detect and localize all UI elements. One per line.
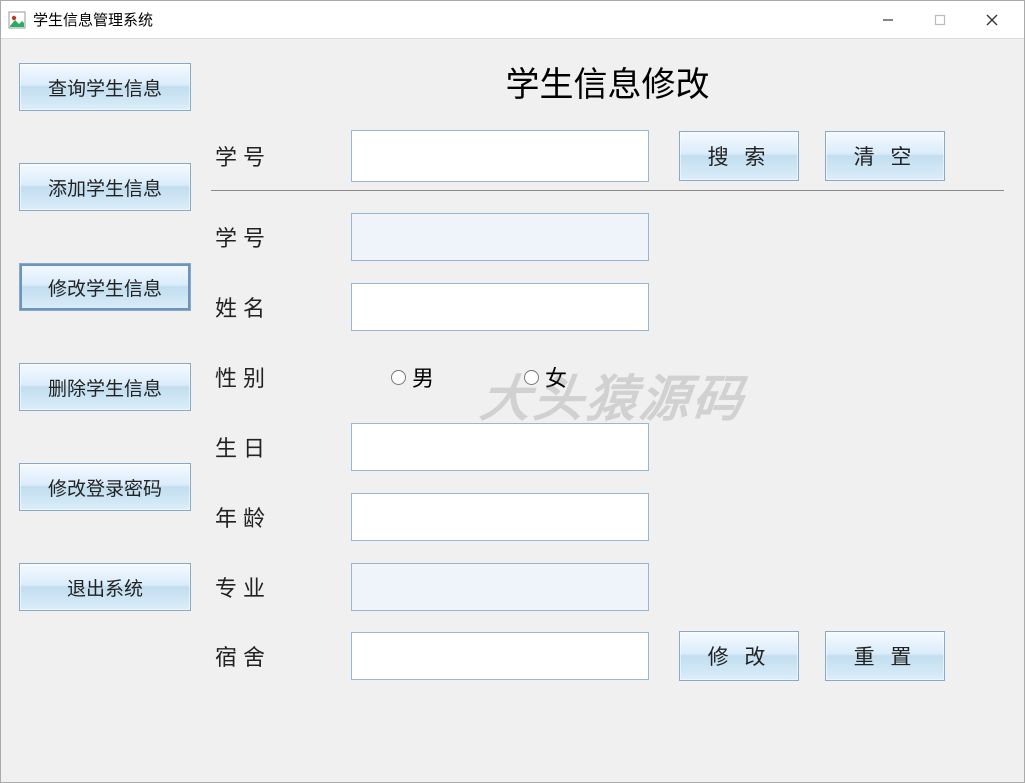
gender-female-option[interactable]: 女 bbox=[524, 361, 567, 393]
sidebar: 查询学生信息 添加学生信息 修改学生信息 删除学生信息 修改登录密码 退出系统 bbox=[1, 39, 201, 782]
app-icon bbox=[7, 10, 27, 30]
maximize-button[interactable] bbox=[914, 4, 966, 36]
clear-button[interactable]: 清 空 bbox=[825, 131, 945, 181]
age-label: 年龄 bbox=[211, 501, 351, 533]
age-input[interactable] bbox=[351, 493, 649, 541]
gender-male-radio[interactable] bbox=[391, 370, 406, 385]
separator bbox=[211, 190, 1004, 191]
search-id-input[interactable] bbox=[351, 130, 649, 182]
sidebar-item-query[interactable]: 查询学生信息 bbox=[19, 63, 191, 111]
modify-button[interactable]: 修 改 bbox=[679, 631, 799, 681]
content-area: 查询学生信息 添加学生信息 修改学生信息 删除学生信息 修改登录密码 退出系统 … bbox=[1, 39, 1024, 782]
gender-radio-group: 男 女 bbox=[351, 353, 567, 401]
sidebar-item-delete[interactable]: 删除学生信息 bbox=[19, 363, 191, 411]
sidebar-item-add[interactable]: 添加学生信息 bbox=[19, 163, 191, 211]
window-title: 学生信息管理系统 bbox=[33, 9, 153, 30]
gender-female-radio[interactable] bbox=[524, 370, 539, 385]
dorm-input[interactable] bbox=[351, 632, 649, 680]
dorm-label: 宿舍 bbox=[211, 640, 351, 672]
id-input[interactable] bbox=[351, 213, 649, 261]
close-button[interactable] bbox=[966, 4, 1018, 36]
major-input[interactable] bbox=[351, 563, 649, 611]
search-row: 学号 搜 索 清 空 bbox=[211, 130, 1004, 182]
gender-male-option[interactable]: 男 bbox=[391, 361, 434, 393]
name-input[interactable] bbox=[351, 283, 649, 331]
gender-male-label: 男 bbox=[412, 361, 434, 393]
birthday-label: 生日 bbox=[211, 431, 351, 463]
titlebar: 学生信息管理系统 bbox=[1, 1, 1024, 39]
gender-label: 性别 bbox=[211, 361, 351, 393]
sidebar-item-password[interactable]: 修改登录密码 bbox=[19, 463, 191, 511]
bottom-row: 宿舍 修 改 重 置 bbox=[211, 631, 1004, 681]
app-window: 学生信息管理系统 查询学生信息 添加学生信息 修改学生信息 删除学生信息 修改登… bbox=[0, 0, 1025, 783]
gender-female-label: 女 bbox=[545, 361, 567, 393]
sidebar-item-modify[interactable]: 修改学生信息 bbox=[19, 263, 191, 311]
window-controls bbox=[862, 4, 1018, 36]
reset-button[interactable]: 重 置 bbox=[825, 631, 945, 681]
search-id-label: 学号 bbox=[211, 140, 351, 172]
sidebar-item-exit[interactable]: 退出系统 bbox=[19, 563, 191, 611]
search-button[interactable]: 搜 索 bbox=[679, 131, 799, 181]
major-label: 专业 bbox=[211, 571, 351, 603]
minimize-button[interactable] bbox=[862, 4, 914, 36]
form-area: 学号 姓名 性别 男 女 bbox=[211, 213, 1004, 681]
main-panel: 学生信息修改 学号 搜 索 清 空 学号 姓名 性别 bbox=[201, 39, 1024, 782]
id-label: 学号 bbox=[211, 221, 351, 253]
birthday-input[interactable] bbox=[351, 423, 649, 471]
name-label: 姓名 bbox=[211, 291, 351, 323]
page-title: 学生信息修改 bbox=[211, 57, 1004, 106]
